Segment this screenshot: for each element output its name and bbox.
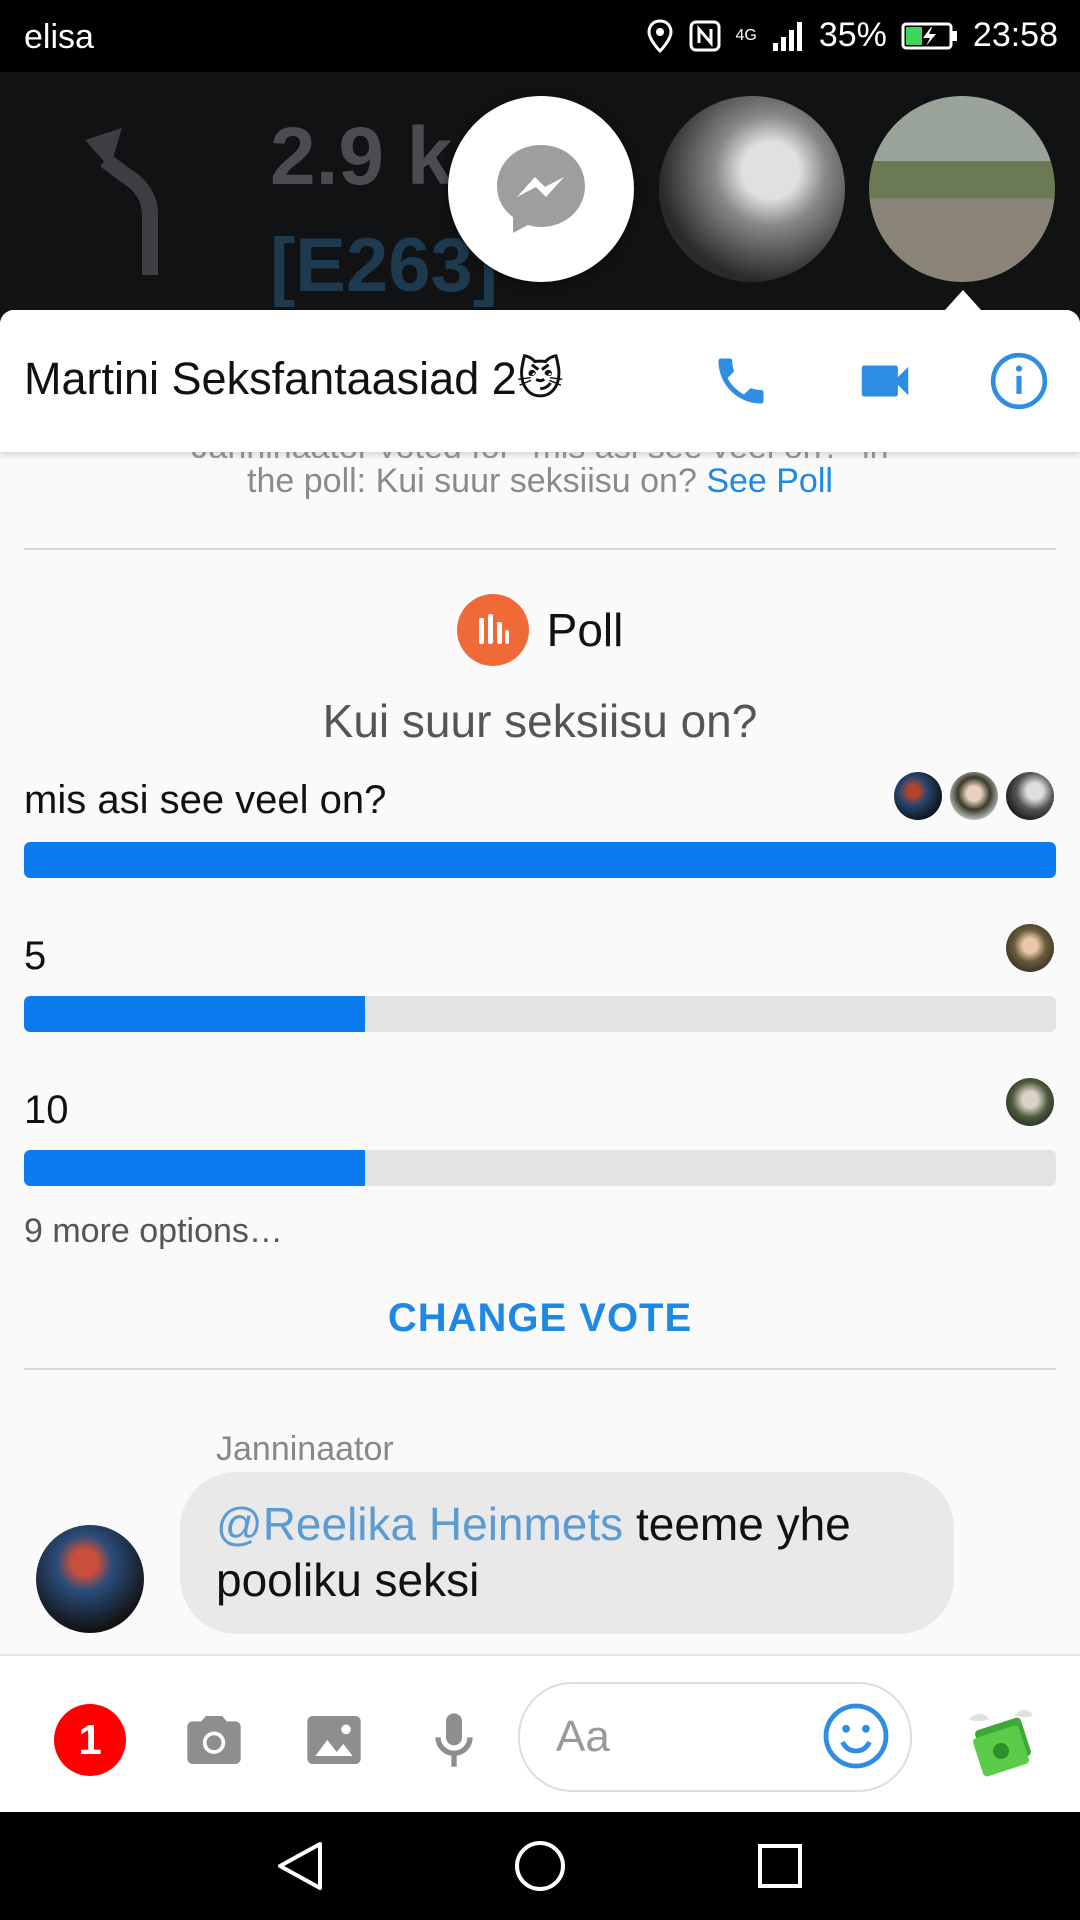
emoji-icon xyxy=(823,1703,889,1769)
clock: 23:58 xyxy=(972,16,1058,54)
gallery-button[interactable] xyxy=(298,1704,370,1776)
mic-button[interactable] xyxy=(418,1704,490,1776)
mic-icon xyxy=(435,1713,473,1767)
composer-bar: 1 xyxy=(0,1654,1080,1812)
divider-top xyxy=(24,548,1056,550)
mention-link[interactable]: @Reelika Heinmets xyxy=(216,1498,623,1550)
poll-option-label[interactable]: mis asi see veel on? xyxy=(24,778,386,823)
system-message-text: the poll: Kui suur seksiisu on? xyxy=(247,462,697,500)
video-call-button[interactable] xyxy=(852,348,918,414)
poll-label: Poll xyxy=(546,604,624,656)
voter-avatar xyxy=(950,772,998,820)
gallery-icon xyxy=(307,1716,361,1764)
camera-button[interactable] xyxy=(178,1704,250,1776)
sender-avatar[interactable] xyxy=(36,1525,144,1633)
poll-bar-fill xyxy=(24,842,1056,878)
emoji-button[interactable] xyxy=(820,1700,892,1772)
carrier-label: elisa xyxy=(24,18,94,56)
status-icons: 4G 35% 23:58 xyxy=(646,16,1058,55)
status-bar: elisa 4G 35% 23:58 xyxy=(0,0,1080,72)
chat-header: Martini Seksfantaasiad 2😼 xyxy=(0,310,1080,452)
poll-header: Poll xyxy=(0,594,1080,666)
send-money-button[interactable] xyxy=(956,1694,1046,1784)
recents-icon[interactable] xyxy=(752,1838,808,1894)
poll-question: Kui suur seksiisu on? xyxy=(322,695,758,747)
message-sender: Janninaator xyxy=(216,1430,394,1468)
change-vote-button[interactable]: CHANGE VOTE xyxy=(0,1296,1080,1341)
nav-distance: 2.9 k xyxy=(270,111,453,202)
nfc-icon xyxy=(689,20,720,51)
poll-option-label[interactable]: 5 xyxy=(24,934,46,979)
more-options-link[interactable]: 9 more options… xyxy=(24,1212,283,1251)
info-button[interactable] xyxy=(986,348,1052,414)
system-message-line2: the poll: Kui suur seksiisu on? See Poll xyxy=(0,462,1080,501)
poll-bar-fill xyxy=(24,1150,365,1186)
poll-option-bar[interactable] xyxy=(24,996,1056,1032)
messenger-icon xyxy=(497,145,585,233)
see-poll-link[interactable]: See Poll xyxy=(706,462,833,500)
message-text: @Reelika Heinmets teeme yhe pooliku seks… xyxy=(216,1496,916,1608)
turn-left-icon xyxy=(85,128,158,275)
battery-icon xyxy=(901,22,957,49)
voter-avatar xyxy=(1006,924,1054,972)
money-icon xyxy=(969,1709,1033,1777)
message-input-container xyxy=(518,1682,912,1792)
system-nav-bar xyxy=(0,1812,1080,1920)
message-bubble[interactable]: @Reelika Heinmets teeme yhe pooliku seks… xyxy=(180,1472,954,1634)
chat-title[interactable]: Martini Seksfantaasiad 2😼 xyxy=(24,352,564,405)
poll-bar-fill xyxy=(24,996,365,1032)
chat-panel: Martini Seksfantaasiad 2😼 Janninaator vo… xyxy=(0,310,1080,1812)
chathead-pointer xyxy=(945,290,981,310)
phone-icon xyxy=(718,358,764,404)
home-icon[interactable] xyxy=(512,1838,568,1894)
voter-avatar xyxy=(894,772,942,820)
chathead-contact-1[interactable] xyxy=(659,96,845,282)
voter-avatar xyxy=(1006,772,1054,820)
battery-percent: 35% xyxy=(818,16,887,54)
poll-option-label[interactable]: 10 xyxy=(24,1088,69,1133)
poll-option-bar[interactable] xyxy=(24,1150,1056,1186)
chathead-contact-2[interactable] xyxy=(869,96,1055,282)
notification-badge[interactable]: 1 xyxy=(54,1704,126,1776)
back-icon[interactable] xyxy=(272,1838,328,1894)
voter-avatar xyxy=(1006,1078,1054,1126)
network-type: 4G xyxy=(735,26,757,44)
poll-option-bar[interactable] xyxy=(24,842,1056,878)
location-icon xyxy=(646,18,673,53)
message-input[interactable] xyxy=(554,1710,798,1764)
divider-bottom xyxy=(24,1368,1056,1370)
messenger-chathead[interactable] xyxy=(448,96,634,282)
video-icon xyxy=(861,365,909,397)
camera-icon xyxy=(187,1716,241,1764)
call-button[interactable] xyxy=(708,348,774,414)
poll-icon xyxy=(456,594,529,666)
signal-icon xyxy=(772,21,802,51)
info-icon xyxy=(990,352,1048,410)
